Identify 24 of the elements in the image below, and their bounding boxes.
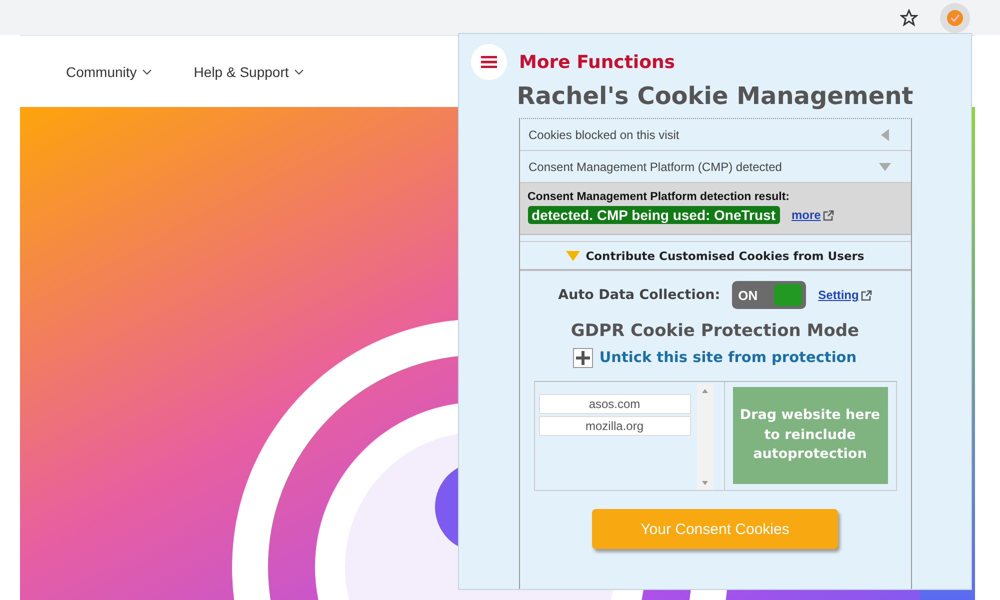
more-link[interactable]: more [792,208,821,222]
contribute-section-toggle[interactable]: Contribute Customised Cookies from Users [520,241,910,271]
status-row[interactable]: Cookies blocked on this visit [520,119,910,151]
nav-menu-item[interactable]: Community [66,64,152,80]
toggle-switch[interactable]: ON [732,281,806,309]
chevron-down-icon [142,68,152,74]
detection-result: detected. CMP being used: OneTrust [528,206,780,224]
chevron-down-icon [294,68,304,74]
star-icon[interactable] [900,8,918,26]
extension-icon[interactable] [940,2,970,32]
popup-title: Rachel's Cookie Management [516,82,914,110]
menu-icon [481,56,497,68]
setting-link[interactable]: Setting [818,288,859,302]
auto-collection-label: Auto Data Collection: [558,287,720,303]
detection-heading: Consent Management Platform detection result: [528,191,790,203]
external-link-icon [822,210,834,220]
more-functions-menu[interactable]: More Functions [471,44,675,80]
external-link-icon [860,290,872,300]
untick-site-button[interactable]: Untick this site from protection [520,347,910,369]
excluded-site-item[interactable]: mozilla.org [538,416,690,436]
excluded-site-item[interactable]: asos.com [538,394,690,414]
nav-menu-item[interactable]: Help & Support [194,64,304,80]
protection-heading: GDPR Cookie Protection Mode [570,321,860,341]
plus-icon [573,348,594,368]
